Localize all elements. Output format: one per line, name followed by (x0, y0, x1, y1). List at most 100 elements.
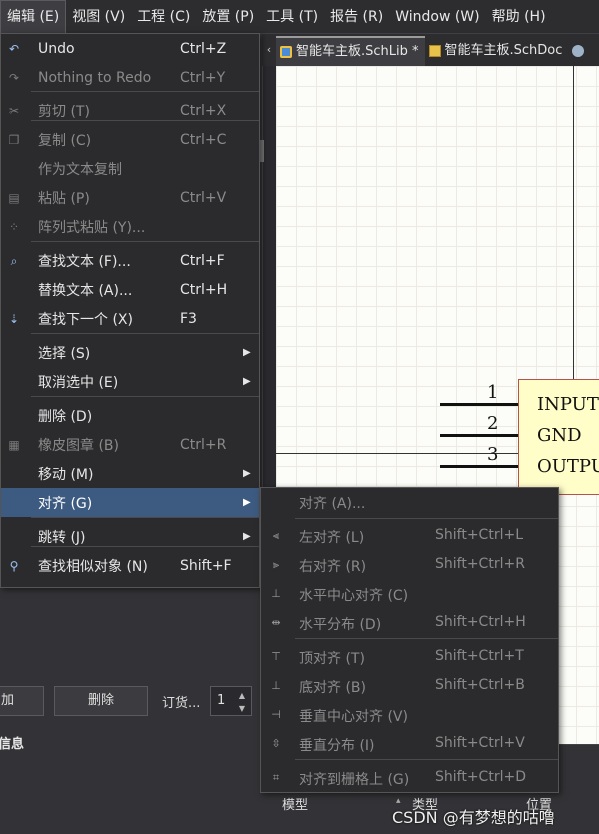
menu-item-label: 阵列式粘贴 (Y)... (38, 219, 146, 236)
menubar-item-4[interactable]: 工具 (T) (260, 0, 324, 34)
align-menu-item-label: 水平中心对齐 (C) (299, 588, 409, 604)
menu-item-shortcut: Ctrl+C (180, 131, 227, 148)
align-menu-item-label: 顶对齐 (T) (299, 651, 365, 667)
align-menu-item-6[interactable]: ⊥ 底对齐 (B) Shift+Ctrl+B (261, 672, 558, 701)
menu-item-17[interactable]: ⚲ 查找相似对象 (N) Shift+F (1, 551, 259, 580)
align-menu-item-0[interactable]: 对齐 (A)... (261, 488, 558, 517)
menu-item-shortcut: Ctrl+R (180, 436, 227, 453)
redo-icon: ↷ (8, 70, 20, 85)
menu-item-shortcut: Shift+F (180, 557, 232, 574)
document-tab-2[interactable] (568, 36, 594, 66)
delete-button[interactable]: 删除 (54, 686, 148, 716)
menubar-item-5[interactable]: 报告 (R) (324, 0, 389, 34)
menu-item-11[interactable]: 取消选中 (E) ▶ (1, 367, 259, 396)
library-controls: 加 删除 订货... 1 (0, 684, 276, 718)
menu-item-15[interactable]: 对齐 (G) ▶ (1, 488, 259, 517)
menu-item-1[interactable]: ↷ Nothing to Redo Ctrl+Y (1, 63, 259, 92)
left-panel-scrollbar[interactable] (262, 34, 276, 494)
align-menu-item-5[interactable]: ⊤ 顶对齐 (T) Shift+Ctrl+T (261, 643, 558, 672)
gear-icon (572, 45, 585, 57)
menu-item-label: 取消选中 (E) (38, 374, 119, 391)
find-similar-icon: ⚲ (9, 558, 19, 573)
menubar-item-0[interactable]: 编辑 (E) (0, 0, 67, 34)
tab-label: 智能车主板.SchLib * (296, 44, 419, 59)
scrollbar-thumb[interactable] (260, 140, 264, 162)
menu-item-label: 删除 (D) (38, 408, 93, 425)
menubar-item-2[interactable]: 工程 (C) (131, 0, 196, 34)
menu-bar: 编辑 (E) 视图 (V) 工程 (C) 放置 (P) 工具 (T) 报告 (R) Wind… (0, 0, 599, 34)
align-menu-item-4[interactable]: ⇹ 水平分布 (D) Shift+Ctrl+H (261, 609, 558, 638)
menu-item-16[interactable]: 跳转 (J) ▶ (1, 522, 259, 551)
menubar-item-3[interactable]: 放置 (P) (196, 0, 260, 34)
add-button[interactable]: 加 (0, 686, 44, 716)
menu-item-12[interactable]: 删除 (D) (1, 401, 259, 430)
menu-item-0[interactable]: ↶ Undo Ctrl+Z (1, 34, 259, 63)
distribute-h-icon: ⇹ (271, 616, 281, 629)
menu-item-label: 查找相似对象 (N) (38, 558, 148, 575)
menubar-item-6[interactable]: Window (W) (389, 0, 485, 34)
align-menu-item-shortcut: Shift+Ctrl+T (435, 648, 524, 664)
menu-separator (31, 241, 259, 242)
menu-item-shortcut: Ctrl+Z (180, 40, 227, 57)
submenu-arrow-icon: ▶ (243, 347, 251, 358)
align-menu-item-label: 对齐到栅格上 (G) (299, 772, 410, 788)
menu-item-9[interactable]: ⇣ 查找下一个 (X) F3 (1, 304, 259, 333)
align-menu-item-shortcut: Shift+Ctrl+B (435, 677, 525, 693)
menu-item-5[interactable]: ▤ 粘贴 (P) Ctrl+V (1, 183, 259, 212)
document-tabs: ‹ 智能车主板.SchLib * 智能车主板.SchDoc (262, 34, 599, 66)
menu-item-7[interactable]: ⌕ 查找文本 (F)... Ctrl+F (1, 246, 259, 275)
menu-item-3[interactable]: ❐ 复制 (C) Ctrl+C (1, 125, 259, 154)
menu-item-4[interactable]: 作为文本复制 (1, 154, 259, 183)
submenu-arrow-icon: ▶ (243, 376, 251, 387)
menu-item-label: 剪切 (T) (38, 103, 90, 120)
align-menu-item-label: 右对齐 (R) (299, 559, 367, 575)
align-vcenter-icon: ⊣ (271, 708, 281, 721)
align-menu-item-label: 垂直中心对齐 (V) (299, 709, 408, 725)
undo-icon: ↶ (8, 41, 20, 56)
align-menu-item-shortcut: Shift+Ctrl+H (435, 614, 526, 630)
submenu-arrow-icon: ▶ (243, 468, 251, 479)
menu-item-13[interactable]: ▦ 橡皮图章 (B) Ctrl+R (1, 430, 259, 459)
align-menu-item-label: 底对齐 (B) (299, 680, 366, 696)
cut-icon: ✂ (8, 103, 20, 118)
menu-item-label: 跳转 (J) (38, 529, 86, 546)
align-menu-item-shortcut: Shift+Ctrl+L (435, 527, 523, 543)
menu-item-8[interactable]: 替换文本 (A)... Ctrl+H (1, 275, 259, 304)
menu-item-label: 移动 (M) (38, 466, 94, 483)
column-header-model[interactable]: 模型 (282, 794, 308, 813)
document-tab-0[interactable]: 智能车主板.SchLib * (276, 36, 425, 66)
document-tab-1[interactable]: 智能车主板.SchDoc (425, 36, 569, 66)
schlib-icon (280, 46, 292, 58)
menu-item-6[interactable]: ⁘ 阵列式粘贴 (Y)... (1, 212, 259, 241)
align-menu-item-9[interactable]: ⌗ 对齐到栅格上 (G) Shift+Ctrl+D (261, 764, 558, 793)
menubar-item-7[interactable]: 帮助 (H) (486, 0, 552, 34)
tab-scroll-left-icon[interactable]: ‹ (262, 34, 276, 66)
menu-item-10[interactable]: 选择 (S) ▶ (1, 338, 259, 367)
menu-item-2[interactable]: ✂ 剪切 (T) Ctrl+X (1, 96, 259, 125)
menu-item-label: 替换文本 (A)... (38, 282, 133, 299)
align-menu-item-3[interactable]: ⊥ 水平中心对齐 (C) (261, 580, 558, 609)
pin-1-line[interactable] (440, 403, 518, 406)
stamp-icon: ▦ (8, 437, 20, 452)
menu-item-14[interactable]: 移动 (M) ▶ (1, 459, 259, 488)
find-next-icon: ⇣ (8, 311, 20, 326)
align-menu-item-7[interactable]: ⊣ 垂直中心对齐 (V) (261, 701, 558, 730)
schdoc-icon (428, 45, 441, 57)
chevron-down-icon[interactable]: ▼ (236, 703, 248, 715)
menu-item-label: Nothing to Redo (38, 69, 152, 86)
menu-item-shortcut: Ctrl+H (180, 281, 228, 298)
align-menu-item-8[interactable]: ⇳ 垂直分布 (I) Shift+Ctrl+V (261, 730, 558, 759)
sheet-origin-line (276, 453, 520, 454)
menubar-item-1[interactable]: 视图 (V) (66, 0, 131, 34)
chevron-up-icon[interactable]: ▲ (236, 690, 248, 702)
submenu-arrow-icon: ▶ (243, 497, 251, 508)
pin-3-number: 3 (487, 444, 499, 465)
align-menu-item-label: 水平分布 (D) (299, 617, 382, 633)
align-menu-item-1[interactable]: ⫷ 左对齐 (L) Shift+Ctrl+L (261, 522, 558, 551)
align-menu-item-2[interactable]: ⫸ 右对齐 (R) Shift+Ctrl+R (261, 551, 558, 580)
submenu-arrow-icon: ▶ (243, 531, 251, 542)
pin-2-line[interactable] (440, 434, 518, 437)
menu-item-shortcut: Ctrl+F (180, 252, 225, 269)
pin-3-line[interactable] (440, 465, 518, 468)
watermark: CSDN @有梦想的咕噜 (392, 808, 555, 827)
